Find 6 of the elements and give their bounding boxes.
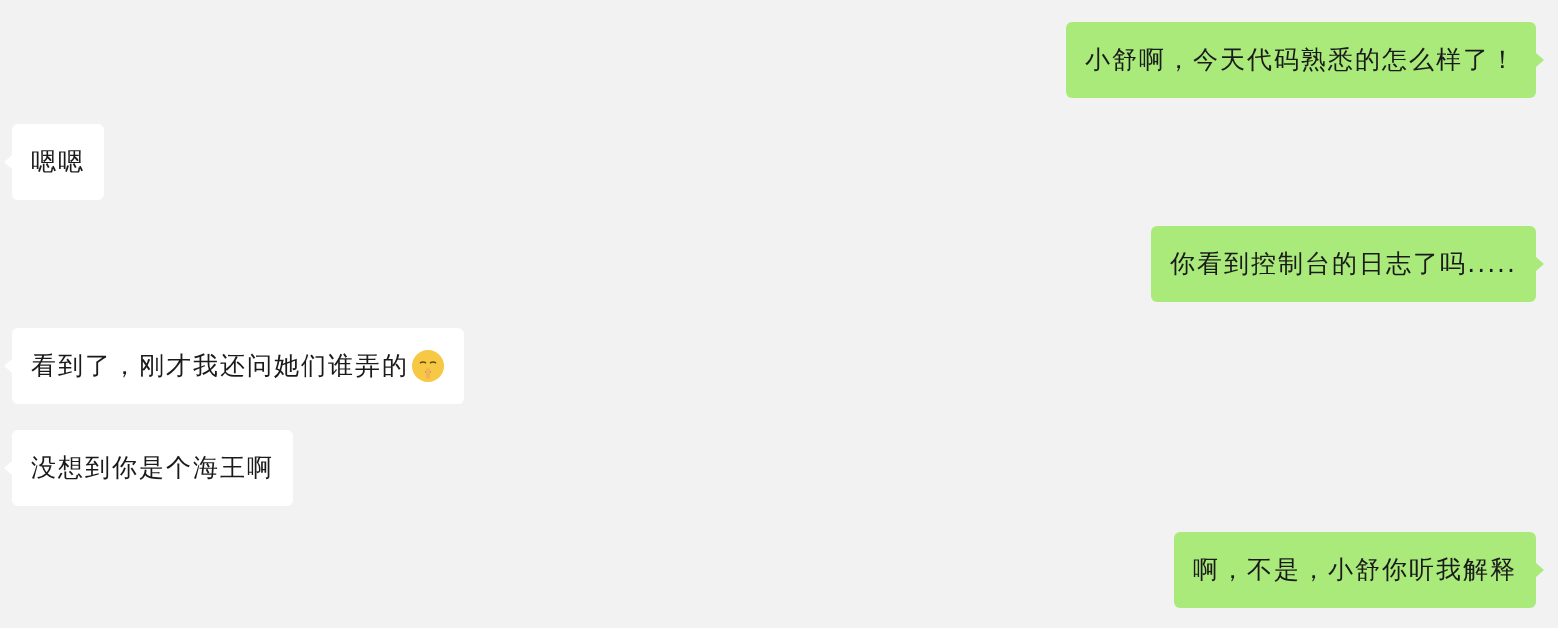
- message-text: 你看到控制台的日志了吗.....: [1170, 248, 1517, 281]
- message-text: 嗯嗯: [31, 146, 85, 179]
- message-text: 看到了，刚才我还问她们谁弄的: [31, 350, 409, 383]
- message-text: 没想到你是个海王啊: [31, 452, 274, 485]
- message-text: 小舒啊，今天代码熟悉的怎么样了！: [1085, 44, 1517, 77]
- message-text: 啊，不是，小舒你听我解释: [1193, 554, 1517, 587]
